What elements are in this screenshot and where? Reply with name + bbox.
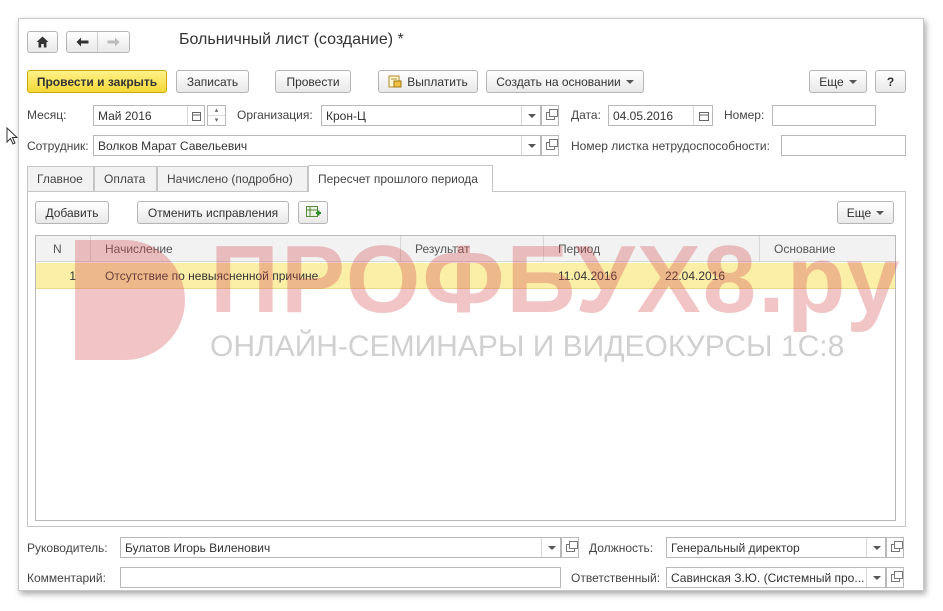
month-label: Месяц: <box>27 108 67 122</box>
chevron-down-icon <box>547 545 556 550</box>
calendar-icon <box>698 111 709 121</box>
spin-up-icon[interactable]: ▴ <box>208 106 225 116</box>
watermark-subtitle: ОНЛАЙН-СЕМИНАРЫ И ВИДЕОКУРСЫ 1С:8 <box>210 330 845 363</box>
pay-label: Выплатить <box>407 74 468 89</box>
spin-down-icon[interactable]: ▾ <box>208 116 225 125</box>
forward-button[interactable] <box>98 32 129 52</box>
number-label: Номер: <box>724 108 765 122</box>
more-button[interactable]: Еще <box>809 70 867 93</box>
responsible-value: Савинская З.Ю. (Системный про... <box>671 571 865 585</box>
sheet-number-label: Номер листка нетрудоспособности: <box>571 139 770 153</box>
organization-value: Крон-Ц <box>326 109 366 123</box>
row-n: 1 <box>69 269 76 283</box>
position-field[interactable]: Генеральный директор <box>666 537 886 558</box>
comment-label: Комментарий: <box>27 571 106 585</box>
responsible-open-button[interactable] <box>886 567 904 588</box>
manager-dropdown-button[interactable] <box>541 538 560 557</box>
tab-accrued-detailed[interactable]: Начислено (подробно) <box>157 166 308 191</box>
more-label: Еще <box>819 74 844 89</box>
manager-value: Булатов Игорь Виленович <box>125 541 271 555</box>
number-field[interactable] <box>772 105 876 126</box>
responsible-dropdown-button[interactable] <box>866 568 885 587</box>
chevron-down-icon <box>872 575 881 580</box>
tab-main[interactable]: Главное <box>27 166 94 191</box>
home-icon <box>36 36 49 48</box>
manager-label: Руководитель: <box>27 541 108 555</box>
post-button[interactable]: Провести <box>275 70 351 93</box>
position-label: Должность: <box>589 541 654 555</box>
help-button[interactable]: ? <box>875 70 906 93</box>
responsible-label: Ответственный: <box>571 571 661 585</box>
month-spinner[interactable]: ▴ ▾ <box>207 105 226 126</box>
date-label: Дата: <box>571 108 601 122</box>
open-icon <box>890 540 903 552</box>
table-add-icon <box>305 206 321 217</box>
organization-label: Организация: <box>237 108 313 122</box>
position-value: Генеральный директор <box>671 541 800 555</box>
chevron-down-icon <box>527 143 536 148</box>
chevron-down-icon <box>872 545 881 550</box>
month-calendar-button[interactable] <box>187 106 204 125</box>
pay-button[interactable]: Выплатить <box>378 70 478 93</box>
open-icon <box>545 138 558 150</box>
employee-dropdown-button[interactable] <box>521 136 540 155</box>
window-title: Больничный лист (создание) * <box>179 31 404 48</box>
chevron-down-icon <box>625 79 634 84</box>
create-based-on-label: Создать на основании <box>496 74 621 89</box>
excel-export-button[interactable] <box>298 201 328 224</box>
manager-field[interactable]: Булатов Игорь Виленович <box>120 537 561 558</box>
open-icon <box>890 570 903 582</box>
tab-recalculation-past-period[interactable]: Пересчет прошлого периода <box>308 165 493 192</box>
calendar-icon <box>192 111 201 121</box>
chevron-down-icon <box>527 113 536 118</box>
table-more-button[interactable]: Еще <box>837 201 894 224</box>
sheet-number-field[interactable] <box>781 135 906 156</box>
date-value: 04.05.2016 <box>613 109 674 123</box>
comment-field[interactable] <box>120 567 561 588</box>
responsible-field[interactable]: Савинская З.Ю. (Системный про... <box>666 567 886 588</box>
arrow-right-icon <box>107 37 120 47</box>
mouse-cursor-icon <box>6 127 18 145</box>
open-icon <box>545 108 558 120</box>
position-dropdown-button[interactable] <box>866 538 885 557</box>
post-and-close-button[interactable]: Провести и закрыть <box>27 70 167 93</box>
employee-field[interactable]: Волков Марат Савельевич <box>93 135 541 156</box>
cancel-corrections-button[interactable]: Отменить исправления <box>137 201 289 224</box>
employee-label: Сотрудник: <box>27 139 89 153</box>
month-field[interactable]: Май 2016 <box>93 105 205 126</box>
payment-icon <box>388 75 402 88</box>
organization-open-button[interactable] <box>541 105 559 126</box>
open-icon <box>565 540 578 552</box>
month-value: Май 2016 <box>98 109 152 123</box>
create-based-on-button[interactable]: Создать на основании <box>486 70 644 93</box>
add-button[interactable]: Добавить <box>35 201 109 224</box>
date-calendar-button[interactable] <box>693 106 712 125</box>
position-open-button[interactable] <box>886 537 904 558</box>
save-button[interactable]: Записать <box>176 70 249 93</box>
employee-value: Волков Марат Савельевич <box>98 139 248 153</box>
date-field[interactable]: 04.05.2016 <box>608 105 713 126</box>
chevron-down-icon <box>876 210 885 215</box>
watermark-title: ПРОФБУХ8.ру <box>210 226 902 333</box>
employee-open-button[interactable] <box>541 135 559 156</box>
organization-dropdown-button[interactable] <box>521 106 540 125</box>
table-more-label: Еще <box>846 205 872 220</box>
arrow-left-icon <box>76 37 88 47</box>
tab-payment[interactable]: Оплата <box>94 166 157 191</box>
organization-field[interactable]: Крон-Ц <box>321 105 541 126</box>
home-button[interactable] <box>27 31 58 53</box>
chevron-down-icon <box>848 79 857 84</box>
back-button[interactable] <box>67 32 99 52</box>
manager-open-button[interactable] <box>561 537 579 558</box>
nav-group <box>66 31 130 53</box>
